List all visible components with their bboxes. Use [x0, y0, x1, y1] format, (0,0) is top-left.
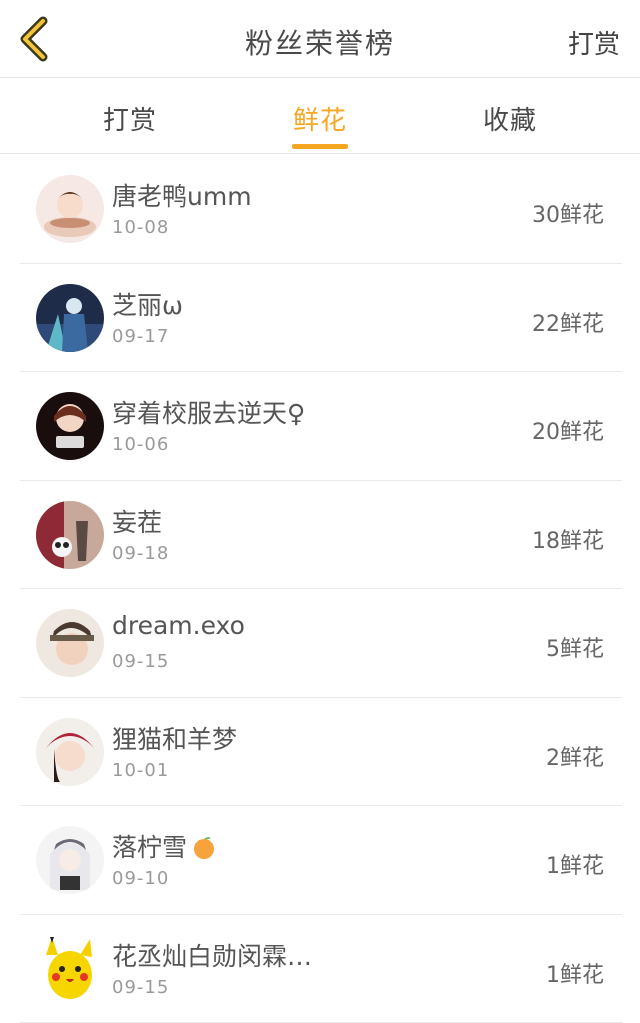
avatar	[36, 717, 104, 786]
app-root: 粉丝荣誉榜 打赏 打赏 鲜花 收藏 唐老鸭umm 10-08 30鲜花 芝丽ω …	[0, 0, 640, 1023]
date-label: 09-18	[112, 542, 170, 564]
user-name: 花丞灿白勋闵霖…	[112, 941, 313, 971]
user-name: 唐老鸭umm	[112, 182, 252, 211]
date-label: 10-08	[112, 217, 170, 238]
date-label: 09-17	[112, 325, 170, 347]
avatar	[36, 500, 104, 569]
flower-count: 5鲜花	[546, 637, 604, 662]
flower-count: 20鲜花	[532, 420, 604, 445]
nav-bar: 粉丝荣誉榜 打赏	[0, 0, 640, 78]
flower-count: 30鲜花	[532, 203, 604, 228]
tab-flowers[interactable]: 鲜花	[260, 100, 380, 137]
avatar	[36, 392, 104, 460]
page-title: 粉丝荣誉榜	[244, 27, 395, 60]
date-label: 09-15	[112, 976, 170, 998]
date-label: 10-01	[112, 759, 170, 781]
avatar	[36, 826, 104, 894]
flower-count: 1鲜花	[546, 962, 604, 988]
tab-reward[interactable]: 打赏	[70, 100, 190, 137]
user-name: 妄茬	[112, 507, 163, 537]
avatar	[36, 175, 104, 243]
list-item[interactable]: 穿着校服去逆天♀ 10-06 20鲜花	[20, 372, 622, 481]
user-name: 穿着校服去逆天♀	[112, 399, 306, 428]
active-tab-indicator	[292, 144, 348, 149]
user-name: dream.exo	[112, 611, 245, 640]
flower-count: 18鲜花	[532, 528, 604, 554]
user-name: 落柠雪	[112, 828, 217, 864]
tab-bar: 打赏 鲜花 收藏	[0, 78, 640, 154]
fan-ranking-list: 唐老鸭umm 10-08 30鲜花 芝丽ω 09-17 22鲜花 穿着校服去逆天…	[0, 155, 640, 1023]
date-label: 09-10	[112, 868, 170, 889]
list-item[interactable]: 狸猫和羊梦 10-01 2鲜花	[20, 698, 622, 806]
list-item[interactable]: 落柠雪 09-10 1鲜花	[20, 806, 622, 915]
tab-favorites[interactable]: 收藏	[450, 100, 570, 137]
list-item[interactable]: 芝丽ω 09-17 22鲜花	[20, 264, 622, 372]
list-item[interactable]: 妄茬 09-18 18鲜花	[20, 481, 622, 589]
tangerine-emoji-icon	[194, 837, 215, 859]
flower-count: 1鲜花	[546, 854, 604, 879]
avatar	[36, 934, 104, 1003]
date-label: 09-15	[112, 651, 170, 672]
avatar	[36, 609, 104, 677]
user-name: 狸猫和羊梦	[112, 724, 238, 754]
list-item[interactable]: 花丞灿白勋闵霖… 09-15 1鲜花	[20, 915, 622, 1023]
list-item[interactable]: dream.exo 09-15 5鲜花	[20, 589, 622, 698]
flower-count: 22鲜花	[532, 311, 604, 337]
list-item[interactable]: 唐老鸭umm 10-08 30鲜花	[20, 155, 622, 264]
flower-count: 2鲜花	[546, 745, 604, 771]
user-name: 芝丽ω	[112, 290, 183, 320]
reward-button[interactable]: 打赏	[568, 24, 620, 61]
avatar	[36, 283, 104, 352]
date-label: 10-06	[112, 434, 170, 455]
